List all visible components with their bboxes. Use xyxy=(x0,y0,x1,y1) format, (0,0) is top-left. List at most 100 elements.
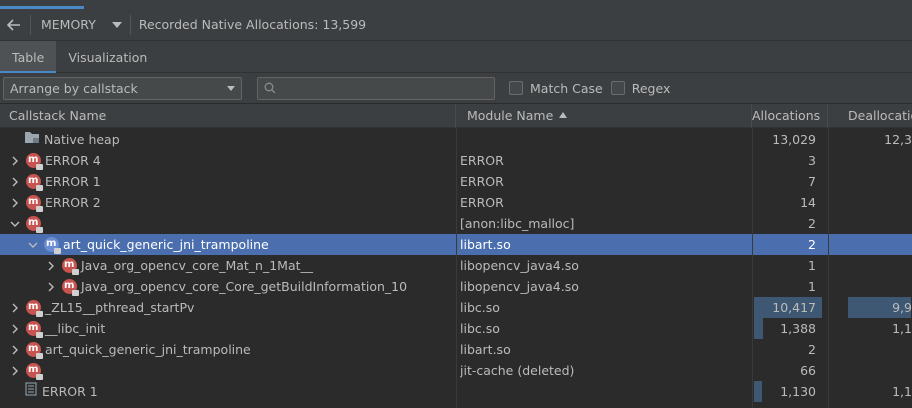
match-case-label: Match Case xyxy=(530,80,603,96)
tab-table[interactable]: Table xyxy=(0,41,57,74)
method-icon xyxy=(26,360,43,380)
folder-icon xyxy=(24,129,40,150)
allocations-cell: 66 xyxy=(800,363,816,378)
toolbar-separator xyxy=(30,14,31,35)
caret-down-icon xyxy=(111,21,122,28)
allocations-cell: 1 xyxy=(808,279,816,294)
chevron-right-icon[interactable] xyxy=(10,177,20,187)
module-cell xyxy=(460,381,752,402)
chevron-right-icon[interactable] xyxy=(10,324,20,334)
profiler-selector[interactable]: MEMORY xyxy=(37,13,122,37)
regex-checkbox[interactable]: Regex xyxy=(610,80,671,96)
chevron-right-icon[interactable] xyxy=(10,156,20,166)
method-icon xyxy=(26,318,43,338)
arrange-by-value: Arrange by callstack xyxy=(10,80,138,96)
callstack-cell: _ZL15__pthread_startPv xyxy=(0,297,456,318)
module-cell: ERROR xyxy=(460,195,504,210)
callstack-cell: ERROR 1 xyxy=(0,381,456,402)
callstack-cell: Native heap xyxy=(0,129,456,150)
column-header-deallocations[interactable]: Deallocations xyxy=(828,104,912,128)
recording-summary: Recorded Native Allocations: 13,599 xyxy=(138,17,367,32)
callstack-cell: ERROR 1 xyxy=(0,171,456,192)
callstack-cell: art_quick_generic_jni_trampoline xyxy=(0,234,456,255)
callstack-name: ERROR 1 xyxy=(45,174,101,189)
lock-icon xyxy=(36,164,43,170)
callstack-name: ERROR 4 xyxy=(45,153,101,168)
allocations-cell: 2 xyxy=(808,216,816,231)
module-cell: libc.so xyxy=(460,321,500,336)
lock-icon xyxy=(72,269,79,275)
regex-label: Regex xyxy=(631,80,671,96)
method-icon xyxy=(26,171,43,191)
deallocations-cell xyxy=(828,255,912,276)
match-case-checkbox[interactable]: Match Case xyxy=(509,81,603,96)
allocations-cell: 2 xyxy=(808,342,816,357)
search-input[interactable] xyxy=(282,81,482,95)
callstack-name: ERROR 2 xyxy=(45,195,101,210)
allocations-cell: 1,130 xyxy=(780,384,816,399)
arrange-by-dropdown[interactable]: Arrange by callstack xyxy=(3,76,242,100)
chevron-right-icon[interactable] xyxy=(10,198,20,208)
callstack-cell: Java_org_opencv_core_Core_getBuildInform… xyxy=(0,276,456,297)
back-button[interactable] xyxy=(2,13,26,37)
deallocations-cell: 1,1 xyxy=(892,321,912,336)
toolbar-separator xyxy=(129,14,131,35)
column-divider xyxy=(456,128,457,408)
chevron-right-icon[interactable] xyxy=(10,366,20,376)
callstack-cell: art_quick_generic_jni_trampoline xyxy=(0,339,456,360)
deallocations-cell xyxy=(828,276,912,297)
allocations-cell: 7 xyxy=(808,174,816,189)
column-header-callstack[interactable]: Callstack Name xyxy=(0,104,456,128)
callstack-name: _ZL15__pthread_startPv xyxy=(45,300,195,315)
deallocations-cell: 1,1 xyxy=(892,384,912,399)
column-header-module[interactable]: Module Name xyxy=(456,104,752,128)
deallocations-cell xyxy=(828,213,912,234)
module-cell: libopencv_java4.so xyxy=(460,258,579,273)
method-icon xyxy=(62,276,79,296)
module-cell: libopencv_java4.so xyxy=(460,279,579,294)
profiler-selector-label: MEMORY xyxy=(41,17,96,32)
callstack-cell xyxy=(0,213,456,234)
method-icon xyxy=(62,255,79,275)
checkbox-box[interactable] xyxy=(610,81,625,95)
callstack-name: Java_org_opencv_core_Core_getBuildInform… xyxy=(81,279,408,294)
callstack-name: __libc_init xyxy=(45,321,106,336)
allocations-cell: 1 xyxy=(808,258,816,273)
method-icon xyxy=(26,150,43,170)
deallocations-cell: 12,3 xyxy=(884,132,912,147)
chevron-down-icon[interactable] xyxy=(10,219,20,229)
column-header-allocations[interactable]: Allocations xyxy=(752,104,828,128)
callstack-name: Native heap xyxy=(44,132,120,147)
callstack-name: art_quick_generic_jni_trampoline xyxy=(63,237,269,252)
chevron-right-icon[interactable] xyxy=(10,345,20,355)
module-cell: jit-cache (deleted) xyxy=(460,363,575,378)
column-header-module-label: Module Name xyxy=(467,108,554,123)
module-cell xyxy=(460,129,752,150)
deallocations-cell xyxy=(828,360,912,381)
search-icon xyxy=(264,82,276,94)
allocations-cell: 13,029 xyxy=(772,132,816,147)
chevron-right-icon[interactable] xyxy=(46,282,56,292)
deallocations-cell: 9,9 xyxy=(892,300,912,315)
lock-icon xyxy=(72,290,79,296)
module-cell: libart.so xyxy=(460,342,511,357)
lock-icon xyxy=(36,206,43,212)
checkbox-box[interactable] xyxy=(509,81,523,95)
tab-visualization[interactable]: Visualization xyxy=(56,41,159,73)
deallocations-cell xyxy=(828,339,912,360)
lock-icon xyxy=(36,311,43,317)
allocations-cell: 3 xyxy=(808,153,816,168)
module-cell: ERROR xyxy=(460,174,504,189)
lock-icon xyxy=(36,353,43,359)
allocations-cell: 1,388 xyxy=(780,321,816,336)
column-divider xyxy=(752,128,753,408)
chevron-down-icon[interactable] xyxy=(28,240,38,250)
lock-icon xyxy=(36,374,43,380)
search-box[interactable] xyxy=(257,76,495,100)
callstack-name: art_quick_generic_jni_trampoline xyxy=(45,342,251,357)
allocations-cell: 14 xyxy=(800,195,816,210)
chevron-right-icon[interactable] xyxy=(46,261,56,271)
deallocations-cell xyxy=(828,150,912,171)
chevron-right-icon[interactable] xyxy=(10,303,20,313)
lock-icon xyxy=(36,185,43,191)
